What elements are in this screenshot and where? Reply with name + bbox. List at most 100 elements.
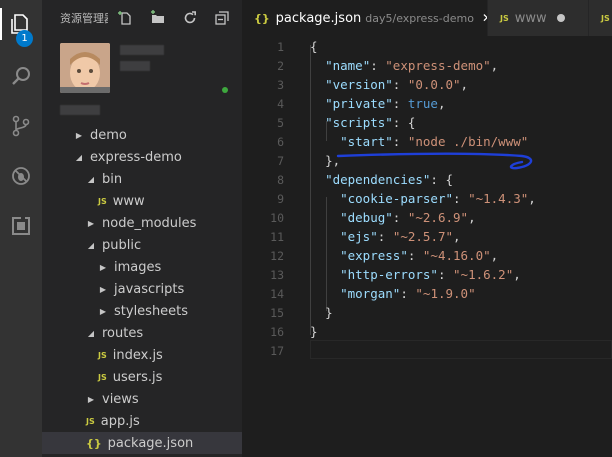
debug-icon[interactable]	[0, 156, 42, 196]
chevron-down-icon[interactable]: ◢	[86, 329, 96, 338]
tab-overflow[interactable]: JS	[589, 0, 612, 36]
avatar	[60, 43, 110, 93]
chevron-right-icon[interactable]: ▶	[98, 307, 108, 316]
tree-folder[interactable]: ◢ public	[42, 234, 242, 256]
tree-folder[interactable]: ◢ bin	[42, 168, 242, 190]
code-line: 17	[242, 341, 612, 360]
code-line: 7 },	[242, 151, 612, 170]
new-file-icon[interactable]	[116, 8, 136, 28]
collapse-all-icon[interactable]	[212, 8, 232, 28]
line-number: 11	[270, 229, 284, 244]
tree-folder[interactable]: ▶ node_modules	[42, 212, 242, 234]
code-text: "http-errors": "~1.6.2",	[340, 267, 521, 282]
chevron-right-icon[interactable]: ▶	[74, 131, 84, 140]
chevron-right-icon[interactable]: ▶	[86, 395, 96, 404]
tree-file[interactable]: JS www	[42, 190, 242, 212]
tree-item-label: views	[102, 391, 139, 407]
code-text: "start": "node ./bin/www"	[340, 134, 529, 149]
line-number: 12	[270, 248, 284, 263]
code-line: 11 "ejs": "~2.5.7",	[242, 227, 612, 246]
line-number: 1	[277, 39, 284, 54]
code-text: "cookie-parser": "~1.4.3",	[340, 191, 536, 206]
code-line: 6 "start": "node ./bin/www"	[242, 132, 612, 151]
explorer-badge: 1	[16, 30, 33, 47]
refresh-icon[interactable]	[180, 8, 200, 28]
tree-folder[interactable]: ▶ images	[42, 256, 242, 278]
js-file-icon: JS	[601, 13, 610, 23]
js-file-icon: JS	[98, 372, 107, 382]
tree-folder[interactable]: ◢ express-demo	[42, 146, 242, 168]
line-number: 10	[270, 210, 284, 225]
code-text: "scripts": {	[325, 115, 416, 130]
tree-item-label: node_modules	[102, 215, 197, 231]
line-number: 15	[270, 305, 284, 320]
explorer-header: 资源管理器	[42, 0, 242, 35]
close-icon[interactable]: ✕	[482, 11, 487, 25]
tree-folder[interactable]: ▶ stylesheets	[42, 300, 242, 322]
code-text: "ejs": "~2.5.7",	[340, 229, 461, 244]
tree-file[interactable]: JS index.js	[42, 344, 242, 366]
code-line: 15 }	[242, 303, 612, 322]
chevron-down-icon[interactable]: ◢	[74, 153, 84, 162]
chevron-down-icon[interactable]: ◢	[86, 241, 96, 250]
code-text: "name": "express-demo",	[325, 58, 499, 73]
js-file-icon: JS	[500, 13, 509, 23]
tree-file[interactable]: JS app.js	[42, 410, 242, 432]
code-line: 4 "private": true,	[242, 94, 612, 113]
code-text: }	[325, 305, 333, 320]
unsaved-dot-icon[interactable]	[556, 14, 565, 22]
blurred-caption	[60, 105, 100, 115]
chevron-down-icon[interactable]: ◢	[86, 175, 96, 184]
chevron-right-icon[interactable]: ▶	[86, 219, 96, 228]
code-line: 16}	[242, 322, 612, 341]
code-text: "private": true,	[325, 96, 446, 111]
json-file-icon: {}	[86, 436, 102, 450]
tree-item-label: index.js	[112, 347, 163, 363]
tree-file[interactable]: JS users.js	[42, 366, 242, 388]
tree-file[interactable]: {} package.json	[42, 432, 242, 454]
line-number: 6	[277, 134, 284, 149]
code-line: 2 "name": "express-demo",	[242, 56, 612, 75]
tree-item-label: routes	[102, 325, 144, 341]
tab-www[interactable]: JS www	[488, 0, 588, 36]
extensions-icon[interactable]	[0, 206, 42, 246]
json-file-icon: {}	[254, 11, 270, 25]
tree-folder[interactable]: ▶ demo	[42, 124, 242, 146]
chevron-right-icon[interactable]: ▶	[98, 285, 108, 294]
code-text: "morgan": "~1.9.0"	[340, 286, 476, 301]
code-text: "version": "0.0.0",	[325, 77, 469, 92]
code-text: {	[310, 39, 318, 54]
files-icon[interactable]: 1	[0, 4, 42, 47]
js-file-icon: JS	[86, 416, 95, 426]
js-file-icon: JS	[98, 196, 107, 206]
tree-item-label: package.json	[107, 435, 194, 451]
line-number: 16	[270, 324, 284, 339]
tree-item-label: images	[114, 259, 162, 275]
activity-bar: 1	[0, 0, 42, 457]
line-number: 14	[270, 286, 284, 301]
code-text: }	[310, 324, 318, 339]
tree-item-label: app.js	[100, 413, 140, 429]
tab-label: package.json	[275, 10, 362, 26]
line-number: 8	[277, 172, 284, 187]
line-number: 5	[277, 115, 284, 130]
line-number: 9	[277, 191, 284, 206]
tree-folder[interactable]: ▶ views	[42, 388, 242, 410]
tree-folder[interactable]: ◢ routes	[42, 322, 242, 344]
code-line: 9 "cookie-parser": "~1.4.3",	[242, 189, 612, 208]
tree-item-label: bin	[102, 171, 123, 187]
tree-folder[interactable]: ▶ javascripts	[42, 278, 242, 300]
editor-tab-bar: {} package.json day5/express-demo ✕ JS w…	[242, 0, 612, 36]
search-icon[interactable]	[0, 56, 42, 96]
js-file-icon: JS	[98, 350, 107, 360]
explorer-sidebar: 资源管理器	[42, 0, 242, 457]
chevron-right-icon[interactable]: ▶	[98, 263, 108, 272]
code-text: "express": "~4.16.0",	[340, 248, 499, 263]
tab-label: www	[514, 10, 547, 26]
line-number: 13	[270, 267, 284, 282]
tab-package-json[interactable]: {} package.json day5/express-demo ✕	[242, 0, 487, 36]
source-control-icon[interactable]	[0, 106, 42, 146]
code-editor[interactable]: 1{2 "name": "express-demo", 3 "version": …	[242, 36, 612, 457]
code-line: 5 "scripts": {	[242, 113, 612, 132]
new-folder-icon[interactable]	[148, 8, 168, 28]
